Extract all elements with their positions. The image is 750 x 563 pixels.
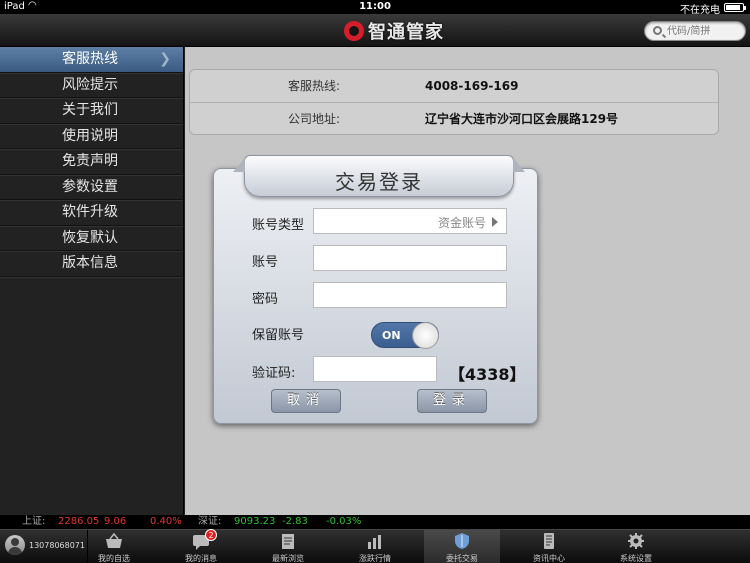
- logo-text: 智通管家: [368, 22, 444, 43]
- tab-settings[interactable]: 系统设置: [598, 530, 674, 563]
- account-type-value: 资金账号: [437, 216, 486, 230]
- clock: 11:00: [359, 1, 391, 12]
- captcha-label: 验证码:: [252, 366, 296, 381]
- password-label: 密码: [252, 292, 279, 307]
- address-row: 公司地址: 辽宁省大连市沙河口区会展路129号: [190, 103, 718, 136]
- shield-icon: [455, 533, 469, 549]
- login-dialog-header: 交易登录: [244, 155, 514, 197]
- tab-label: 资讯中心: [533, 554, 565, 563]
- captcha-input[interactable]: [313, 356, 437, 382]
- sidebar-item-about[interactable]: 关于我们: [0, 98, 183, 124]
- sz-change: -2.83: [282, 516, 308, 527]
- sidebar: 客服热线 ❯ 风险提示 关于我们 使用说明 免责声明 参数设置 软件升级 恢复默…: [0, 47, 184, 515]
- tab-label: 我的自选: [98, 554, 130, 563]
- sz-pct: -0.03%: [326, 516, 362, 527]
- hotline-label: 客服热线:: [288, 79, 341, 93]
- chevron-right-icon: ❯: [159, 51, 171, 67]
- tab-label: 最新浏览: [272, 554, 304, 563]
- tab-label: 涨跌行情: [359, 554, 391, 563]
- remember-account-label: 保留账号: [252, 328, 305, 343]
- sidebar-item-label: 使用说明: [62, 127, 118, 144]
- tab-label: 委托交易: [446, 554, 478, 563]
- tab-news[interactable]: 资讯中心: [511, 530, 587, 563]
- tab-market[interactable]: 涨跌行情: [337, 530, 413, 563]
- login-button[interactable]: 登录: [417, 389, 487, 413]
- sidebar-item-label: 客服热线: [62, 51, 118, 67]
- sidebar-item-settings[interactable]: 参数设置: [0, 175, 183, 200]
- basket-icon: [106, 532, 122, 548]
- avatar: [5, 535, 25, 555]
- sidebar-item-label: 风险提示: [62, 76, 118, 93]
- account-label: 账号: [252, 255, 279, 270]
- password-input[interactable]: [313, 282, 507, 308]
- app-logo: 智通管家: [344, 20, 444, 43]
- sz-index: 9093.23: [234, 516, 276, 527]
- sidebar-item-label: 软件升级: [62, 204, 118, 220]
- search-icon: [653, 26, 662, 35]
- hotline-value: 4008-169-169: [425, 79, 519, 93]
- sidebar-item-restore[interactable]: 恢复默认: [0, 226, 183, 251]
- tab-trading[interactable]: 委托交易: [424, 530, 500, 563]
- sh-label: 上证:: [22, 516, 46, 527]
- search-input[interactable]: [667, 24, 741, 39]
- sz-label: 深证:: [198, 516, 222, 527]
- dialog-title: 交易登录: [335, 170, 423, 194]
- sidebar-item-label: 关于我们: [62, 102, 118, 118]
- user-panel[interactable]: 13078068071: [0, 530, 88, 563]
- address-label: 公司地址:: [288, 112, 341, 126]
- sidebar-item-version[interactable]: 版本信息: [0, 251, 183, 277]
- contact-info-box: 客服热线: 4008-169-169 公司地址: 辽宁省大连市沙河口区会展路12…: [189, 69, 719, 135]
- sh-change: 9.06: [104, 516, 127, 527]
- sh-pct: 0.40%: [150, 516, 182, 527]
- sidebar-item-label: 参数设置: [62, 178, 118, 195]
- sidebar-item-label: 版本信息: [62, 255, 118, 271]
- chart-icon: [368, 535, 381, 549]
- captcha-code: 【4338】: [449, 365, 526, 384]
- market-ticker: 上证: 2286.05 9.06 0.40% 深证: 9093.23 -2.83…: [0, 515, 750, 529]
- sidebar-item-hotline[interactable]: 客服热线 ❯: [0, 47, 183, 73]
- news-icon: [544, 533, 554, 549]
- history-icon: [282, 534, 294, 549]
- toggle-state: ON: [382, 329, 401, 342]
- account-input[interactable]: [313, 245, 507, 271]
- battery-icon: [724, 3, 746, 12]
- sidebar-item-disclaimer[interactable]: 免责声明: [0, 149, 183, 175]
- tab-history[interactable]: 最新浏览: [250, 530, 326, 563]
- app-header: 智通管家: [0, 14, 750, 47]
- tab-watchlist[interactable]: 我的自选: [76, 530, 152, 563]
- toggle-knob: [412, 322, 439, 349]
- logo-icon: [344, 21, 364, 41]
- address-value: 辽宁省大连市沙河口区会展路129号: [425, 112, 619, 126]
- tab-messages[interactable]: 2 我的消息: [163, 529, 239, 563]
- caret-right-icon: [492, 217, 498, 227]
- sh-index: 2286.05: [58, 516, 100, 527]
- cancel-button[interactable]: 取消: [271, 389, 341, 413]
- tab-label: 我的消息: [185, 554, 217, 563]
- account-type-select[interactable]: 资金账号: [313, 208, 507, 234]
- status-bar: iPad ◠ 11:00 不在充电: [0, 0, 750, 16]
- remember-account-toggle[interactable]: ON: [371, 322, 439, 349]
- tab-label: 系统设置: [620, 554, 652, 563]
- sidebar-item-upgrade[interactable]: 软件升级: [0, 200, 183, 226]
- message-badge: 2: [205, 529, 217, 541]
- search-box[interactable]: [644, 21, 746, 41]
- sidebar-item-manual[interactable]: 使用说明: [0, 124, 183, 149]
- account-type-label: 账号类型: [252, 218, 305, 233]
- hotline-row: 客服热线: 4008-169-169: [190, 70, 718, 103]
- sidebar-item-risk[interactable]: 风险提示: [0, 73, 183, 98]
- sidebar-item-label: 恢复默认: [62, 229, 118, 246]
- gear-icon: [628, 533, 644, 549]
- tab-bar: 13078068071 我的自选 2 我的消息 最新浏览 涨跌行情 委托交易 资…: [0, 529, 750, 563]
- sidebar-item-label: 免责声明: [62, 153, 118, 169]
